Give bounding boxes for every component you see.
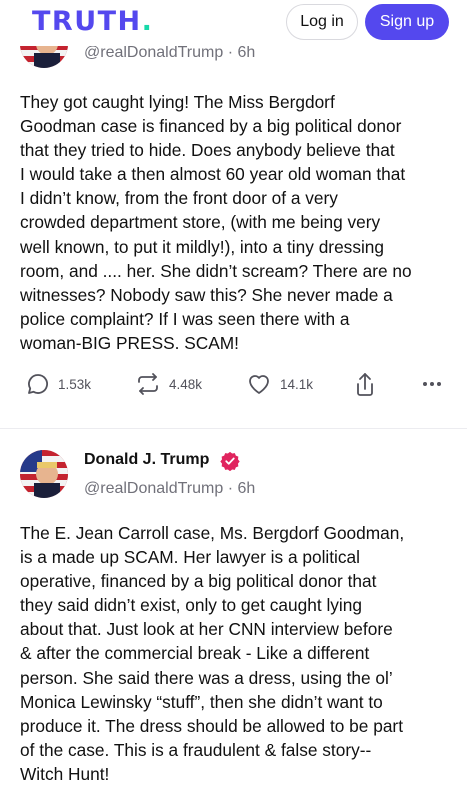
more-icon [423,382,441,386]
reply-count: 1.53k [58,376,92,392]
post-actions: 1.53k 4.48k 14.1k [0,372,467,412]
logo-dot: . [141,6,154,37]
share-icon [357,373,373,396]
avatar-image [20,450,68,498]
retruth-icon [138,373,158,395]
top-bar: TRUTH. Log in Sign up [0,0,467,46]
login-button[interactable]: Log in [286,4,358,40]
signup-button[interactable]: Sign up [365,4,449,40]
truth-logo[interactable]: TRUTH. [32,6,153,37]
share-button[interactable] [354,372,376,398]
display-name[interactable]: Donald J. Trump [84,451,209,469]
retruth-count: 4.48k [169,376,203,392]
reply-icon [28,374,48,394]
avatar[interactable] [20,450,68,498]
more-button[interactable] [420,372,444,396]
post-body: The E. Jean Carroll case, Ms. Bergdorf G… [20,523,405,784]
like-count: 14.1k [280,376,314,392]
retruth-button[interactable]: 4.48k [135,372,202,396]
post-divider [0,428,467,429]
heart-icon [249,375,269,394]
post-handle[interactable]: @realDonaldTrump · 6h [84,480,255,498]
post-body: They got caught lying! The Miss Bergdorf… [20,92,412,353]
verified-icon [220,451,240,471]
logo-text: TRUTH [32,6,142,37]
post-handle[interactable]: @realDonaldTrump · 6h [84,44,255,62]
reply-button[interactable]: 1.53k [26,372,91,396]
like-button[interactable]: 14.1k [246,372,313,396]
